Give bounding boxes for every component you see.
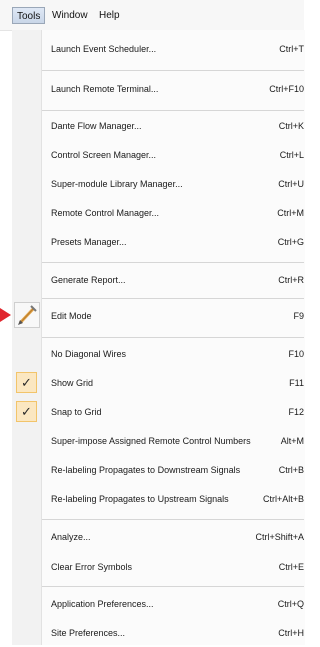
red-arrow-icon <box>0 308 11 322</box>
menu-item-application-preferences[interactable]: Application Preferences... Ctrl+Q <box>42 590 304 618</box>
menu-item-shortcut: F9 <box>293 311 304 321</box>
menu-item-dante-flow-manager[interactable]: Dante Flow Manager... Ctrl+K <box>42 112 304 140</box>
menu-item-control-screen-manager[interactable]: Control Screen Manager... Ctrl+L <box>42 141 304 169</box>
menu-item-label: Launch Remote Terminal... <box>51 84 159 94</box>
menu-item-presets-manager[interactable]: Presets Manager... Ctrl+G <box>42 228 304 256</box>
menu-item-shortcut: Ctrl+R <box>278 275 304 285</box>
menu-item-analyze[interactable]: Analyze... Ctrl+Shift+A <box>42 523 304 551</box>
menu-window[interactable]: Window <box>48 7 92 24</box>
menu-separator <box>42 298 304 299</box>
menu-item-edit-mode[interactable]: Edit Mode F9 <box>42 302 304 330</box>
menu-item-shortcut: Ctrl+M <box>277 208 304 218</box>
menu-separator <box>42 519 304 520</box>
menu-item-shortcut: F12 <box>288 407 304 417</box>
menu-item-label: Generate Report... <box>51 275 126 285</box>
menu-item-label: Control Screen Manager... <box>51 150 157 160</box>
menu-item-label: Dante Flow Manager... <box>51 121 142 131</box>
menu-item-snap-to-grid[interactable]: Snap to Grid F12 <box>42 398 304 426</box>
menu-item-relabel-downstream[interactable]: Re-labeling Propagates to Downstream Sig… <box>42 456 304 484</box>
menu-separator <box>42 586 304 587</box>
menu-item-label: Analyze... <box>51 532 91 542</box>
menu-item-shortcut: F11 <box>289 378 304 388</box>
menu-item-shortcut: Ctrl+U <box>278 179 304 189</box>
menu-item-remote-control-manager[interactable]: Remote Control Manager... Ctrl+M <box>42 199 304 227</box>
menu-item-shortcut: Ctrl+K <box>278 121 304 131</box>
menu-item-label: Re-labeling Propagates to Upstream Signa… <box>51 494 229 504</box>
menu-separator <box>42 110 304 111</box>
menu-item-shortcut: Ctrl+Q <box>277 599 304 609</box>
menu-item-shortcut: Ctrl+B <box>278 465 304 475</box>
menu-item-generate-report[interactable]: Generate Report... Ctrl+R <box>42 266 304 294</box>
menu-item-shortcut: Ctrl+T <box>279 44 304 54</box>
menu-item-label: Remote Control Manager... <box>51 208 160 218</box>
menu-item-launch-event-scheduler[interactable]: Launch Event Scheduler... Ctrl+T <box>42 35 304 63</box>
menu-tools[interactable]: Tools <box>12 7 46 24</box>
menu-item-clear-error-symbols[interactable]: Clear Error Symbols Ctrl+E <box>42 553 304 581</box>
menu-icon-gutter <box>12 30 42 645</box>
menu-item-label: Application Preferences... <box>51 599 154 609</box>
menu-item-label: No Diagonal Wires <box>51 349 127 359</box>
menu-item-site-preferences[interactable]: Site Preferences... Ctrl+H <box>42 619 304 647</box>
menu-item-label: Super-impose Assigned Remote Control Num… <box>51 436 251 446</box>
menu-item-label: Re-labeling Propagates to Downstream Sig… <box>51 465 241 475</box>
menu-separator <box>42 262 304 263</box>
snap-to-grid-check-icon: ✓ <box>16 401 37 422</box>
menu-item-shortcut: Ctrl+G <box>277 237 304 247</box>
menu-item-label: Site Preferences... <box>51 628 126 638</box>
menu-item-label: Launch Event Scheduler... <box>51 44 157 54</box>
menu-item-shortcut: Alt+M <box>280 436 304 446</box>
menu-item-shortcut: Ctrl+L <box>279 150 304 160</box>
menu-item-shortcut: Ctrl+Shift+A <box>255 532 304 542</box>
menu-item-shortcut: F10 <box>288 349 304 359</box>
menu-separator <box>42 70 304 71</box>
menu-bar: Tools Window Help <box>0 0 304 31</box>
pencil-icon <box>14 302 40 328</box>
menu-item-label: Edit Mode <box>51 311 92 321</box>
menu-item-no-diagonal-wires[interactable]: No Diagonal Wires F10 <box>42 340 304 368</box>
menu-item-shortcut: Ctrl+F10 <box>269 84 304 94</box>
menu-item-label: Show Grid <box>51 378 94 388</box>
menu-item-shortcut: Ctrl+Alt+B <box>262 494 304 504</box>
menu-item-super-module-library-manager[interactable]: Super-module Library Manager... Ctrl+U <box>42 170 304 198</box>
menu-item-label: Presets Manager... <box>51 237 127 247</box>
menu-item-relabel-upstream[interactable]: Re-labeling Propagates to Upstream Signa… <box>42 485 304 513</box>
menu-item-label: Snap to Grid <box>51 407 102 417</box>
show-grid-check-icon: ✓ <box>16 372 37 393</box>
menu-item-label: Clear Error Symbols <box>51 562 133 572</box>
menu-item-launch-remote-terminal[interactable]: Launch Remote Terminal... Ctrl+F10 <box>42 75 304 103</box>
menu-item-label: Super-module Library Manager... <box>51 179 183 189</box>
menu-help[interactable]: Help <box>95 7 124 24</box>
menu-item-shortcut: Ctrl+E <box>278 562 304 572</box>
menu-item-shortcut: Ctrl+H <box>278 628 304 638</box>
menu-item-show-grid[interactable]: Show Grid F11 <box>42 369 304 397</box>
menu-item-super-impose-remote-control-numbers[interactable]: Super-impose Assigned Remote Control Num… <box>42 427 304 455</box>
menu-separator <box>42 337 304 338</box>
